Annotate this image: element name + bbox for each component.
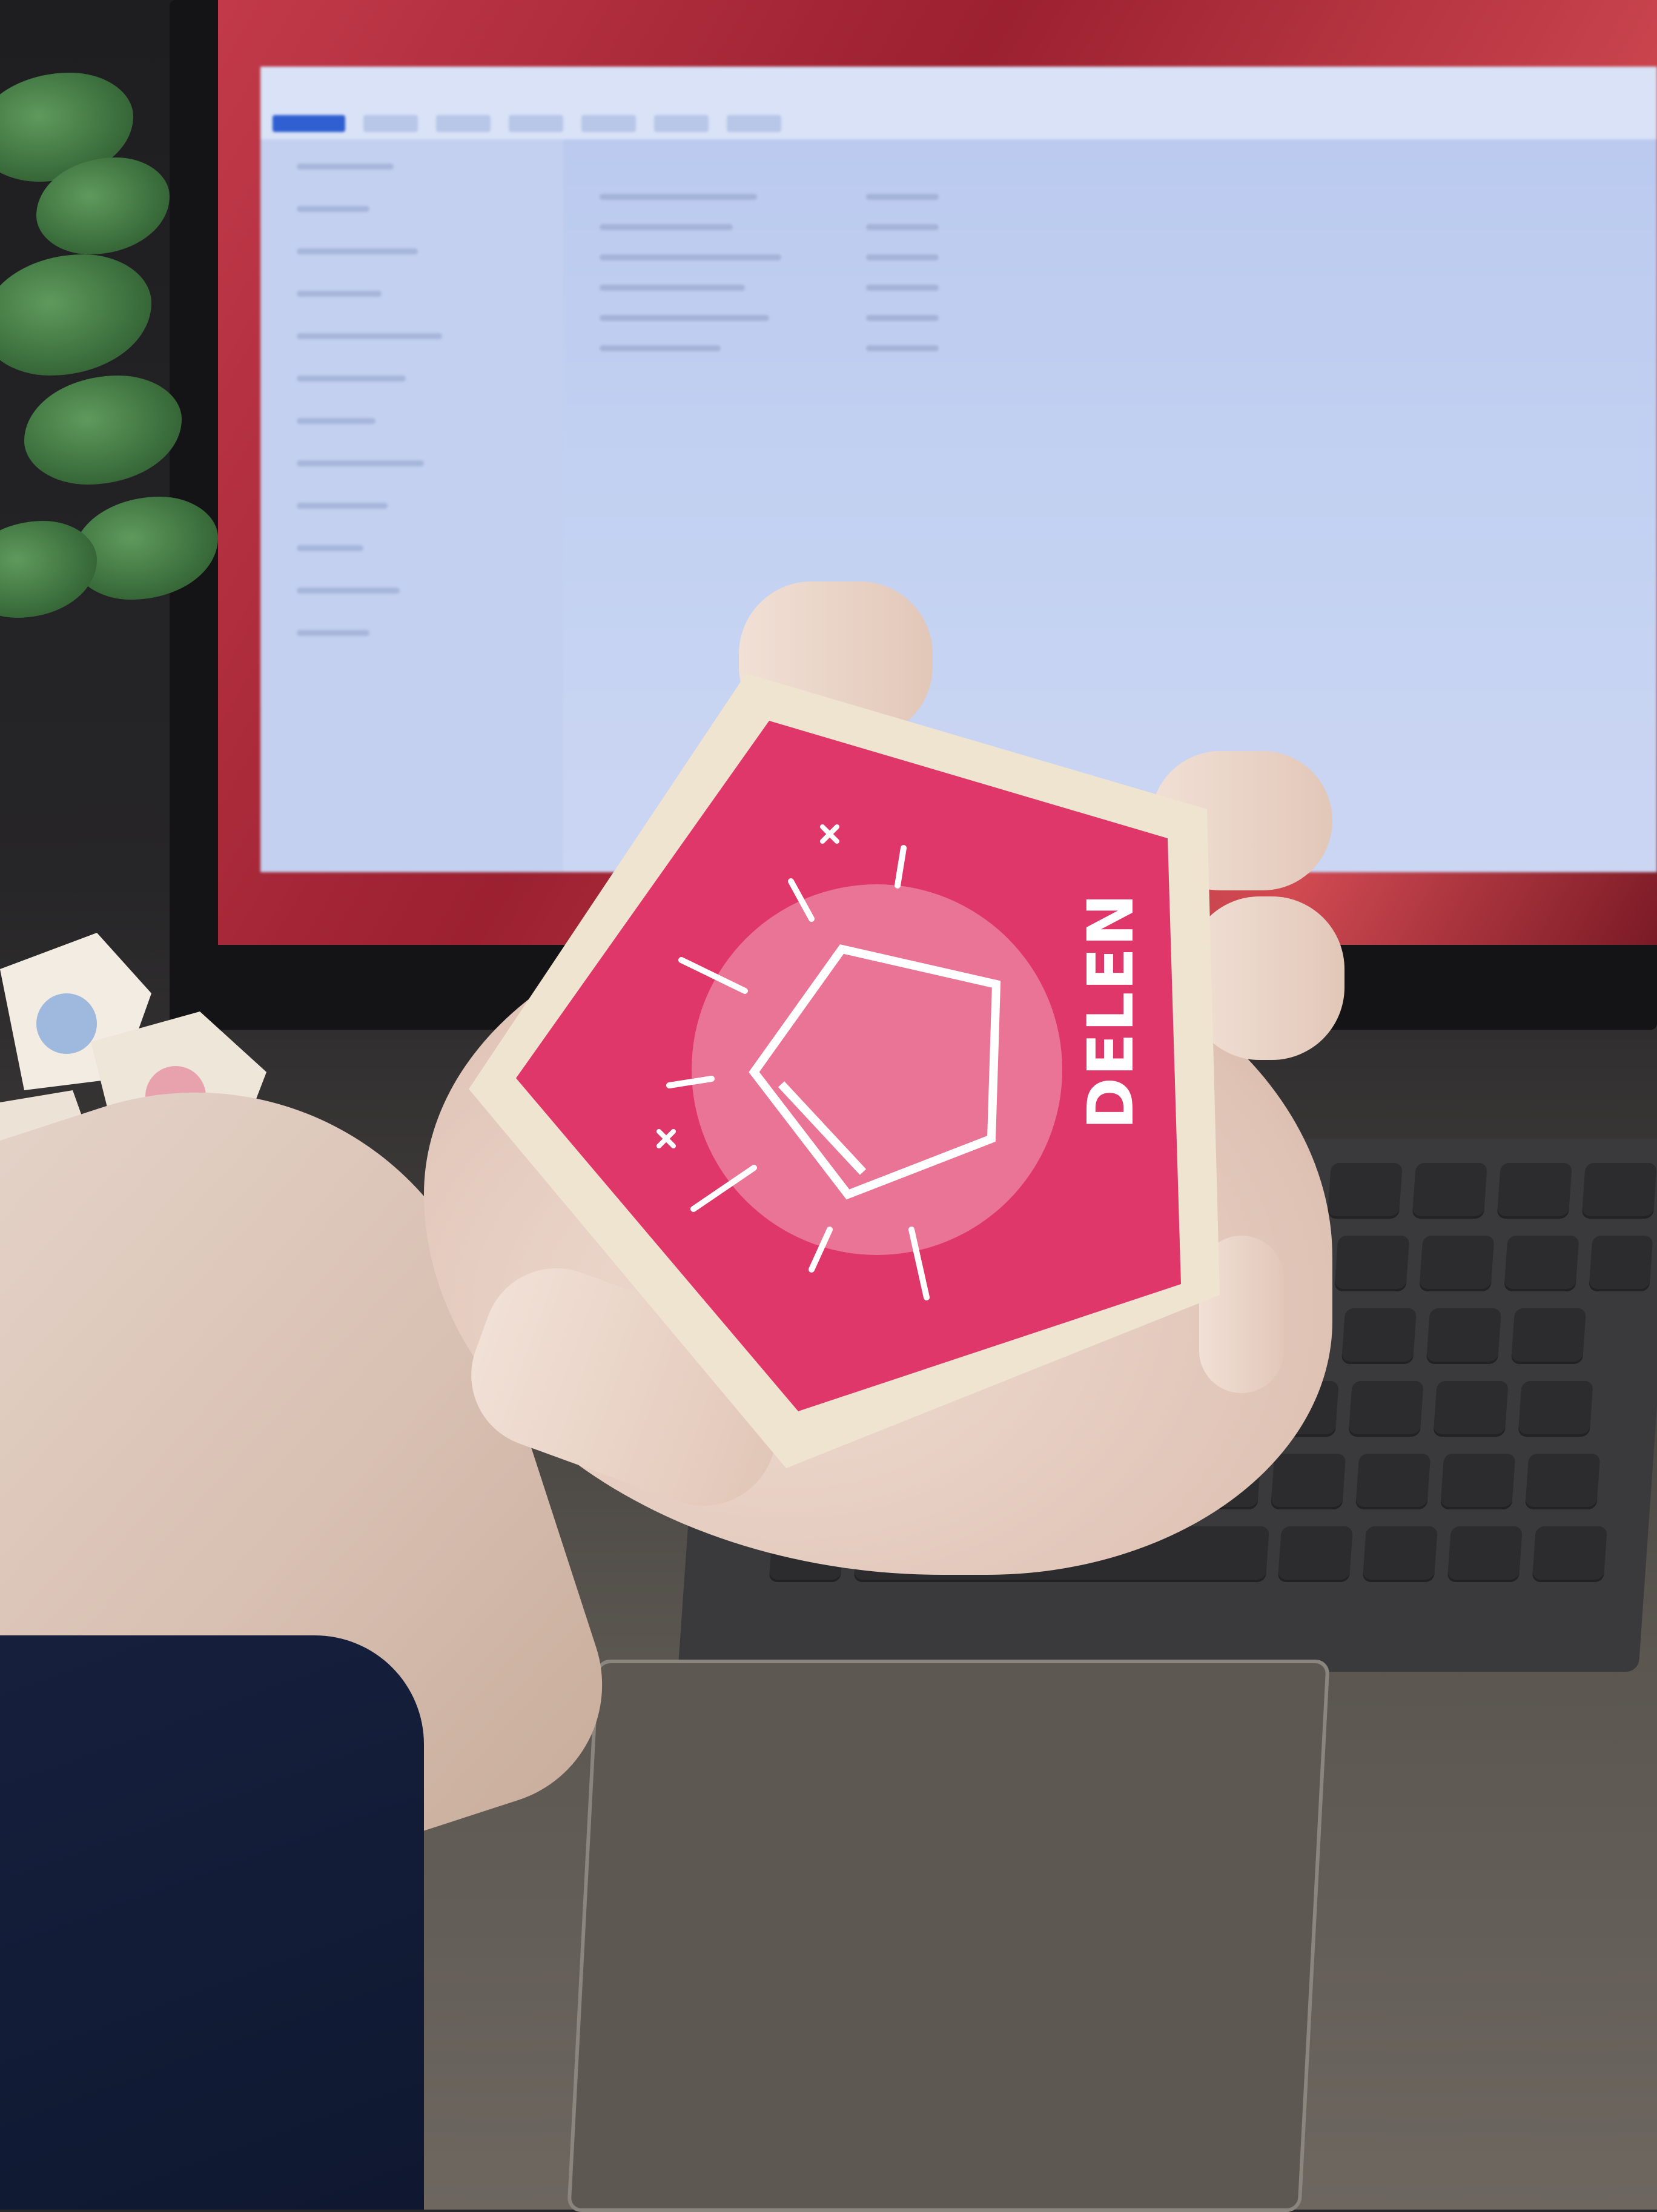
tile-label: DELEN — [1074, 892, 1148, 1130]
pentagon-tile: DELEN — [469, 674, 1220, 1468]
photo-scene: DELEN — [0, 0, 1657, 2212]
icon-halo — [692, 884, 1062, 1255]
